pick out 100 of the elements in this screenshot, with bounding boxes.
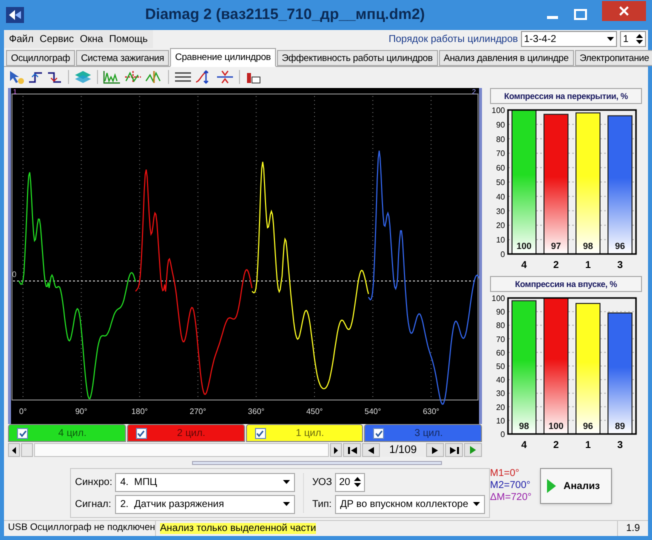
last-frame-button[interactable] (445, 443, 463, 457)
category-label: 4 (521, 440, 527, 451)
menu-item[interactable]: Окна (76, 32, 106, 46)
chart-title: Компрессия на впуске, % (490, 276, 642, 292)
close-button[interactable] (602, 1, 646, 21)
marker-readout: M1=0° (490, 468, 520, 480)
advance-label: УОЗ (312, 476, 332, 490)
first-frame-icon (348, 446, 356, 454)
cylinder-spinner[interactable]: 1 (620, 31, 646, 47)
type-dropdown[interactable]: ДР во впускном коллекторе (335, 494, 486, 514)
tab[interactable]: Электропитание (574, 50, 652, 66)
axis-label: 0° (19, 407, 27, 416)
check-icon (374, 430, 383, 436)
advance-spinner[interactable]: 20 (335, 472, 366, 492)
category-label: 3 (617, 440, 623, 451)
axis-label: 540° (364, 407, 382, 416)
marker-readout: ΔM=720° (490, 492, 532, 504)
analysis-mode-status: Анализ только выделенной части (160, 523, 316, 534)
play-icon (546, 479, 556, 493)
tick-label: 70 (496, 334, 505, 344)
axis-label: 360° (248, 407, 264, 416)
tick-label: 0 (500, 430, 505, 439)
data-label: 98 (583, 241, 593, 251)
tick-label: 90 (496, 120, 505, 130)
version-label: 1.9 (617, 521, 648, 536)
axis-label: 180° (131, 407, 148, 416)
menu-item[interactable]: Помощь (106, 32, 151, 46)
tick-label: 20 (496, 402, 505, 412)
next-button[interactable] (426, 443, 444, 457)
checkbox[interactable] (254, 428, 266, 438)
sync-label: Синхро: (75, 476, 112, 490)
tick-label: 80 (496, 321, 505, 330)
scroll-thumb[interactable] (21, 443, 33, 457)
tick-label: 60 (496, 164, 505, 173)
menu-item[interactable]: Файл (6, 32, 37, 46)
category-label: 2 (553, 440, 559, 451)
tick-label: 0 (500, 250, 505, 259)
window-title: Diamag 2 (ваз2115_710_др__мпц.dm2) (144, 4, 426, 25)
data-label: 100 (516, 241, 532, 251)
data-label: 89 (615, 421, 625, 431)
splitter-handle[interactable] (192, 461, 442, 465)
first-frame-button[interactable] (343, 443, 361, 457)
dropdown-arrow-icon (473, 502, 480, 506)
tab[interactable]: Система зажигания (76, 50, 170, 66)
close-icon (619, 6, 629, 16)
tick-label: 50 (496, 178, 505, 187)
previous-button[interactable] (362, 443, 380, 457)
signal-dropdown[interactable]: 2. Датчик разряжения (115, 494, 296, 514)
scroll-right-button[interactable] (330, 443, 342, 457)
axis-label: 450° (306, 407, 323, 416)
category-label: 4 (521, 260, 527, 271)
type-label: Тип: (312, 498, 332, 512)
dropdown-arrow-icon (607, 37, 614, 41)
connection-status: USB Осциллограф не подключен (4, 521, 156, 536)
tick-label: 10 (496, 236, 505, 245)
axis-label: 90° (75, 407, 88, 416)
scroll-left-button[interactable] (8, 443, 20, 457)
tick-label: 100 (492, 106, 505, 115)
tick-label: 20 (496, 221, 505, 230)
tick-label: 30 (496, 206, 505, 216)
channel-toggle[interactable]: 1 цил. (246, 424, 364, 442)
last-frame-icon (450, 446, 458, 454)
compress-icon[interactable] (215, 68, 235, 84)
category-label: 2 (553, 260, 559, 271)
dropdown-arrow-icon (283, 480, 290, 484)
tick-label: 80 (496, 134, 505, 144)
layers-icon[interactable] (73, 68, 93, 84)
left-arrow-icon (12, 446, 16, 454)
data-label: 96 (583, 421, 593, 431)
play-icon (470, 446, 476, 454)
analyze-button[interactable]: Анализ (540, 468, 612, 504)
tick-label: 40 (496, 376, 505, 385)
tick-label: 50 (496, 362, 505, 371)
data-label: 97 (551, 241, 561, 251)
signal-label: Сигнал: (75, 498, 112, 512)
checkbox[interactable] (136, 428, 147, 438)
cursor-icon[interactable] (8, 68, 26, 84)
tab[interactable]: Сравнение цилиндров (170, 48, 276, 67)
tab[interactable]: Эффективность работы цилиндров (276, 50, 438, 66)
checkbox[interactable] (17, 428, 28, 438)
axis-label: 270° (190, 407, 206, 416)
waveform-icon[interactable] (102, 68, 122, 84)
axis-label: 630° (422, 407, 440, 416)
cylinder-order-label: Порядок работы цилиндров (388, 32, 518, 46)
tick-label: 30 (496, 389, 505, 398)
menu-item[interactable]: Сервис (36, 32, 77, 46)
category-label: 1 (585, 260, 591, 271)
category-label: 3 (617, 260, 623, 271)
sync-dropdown[interactable]: 4. МПЦ (115, 472, 296, 492)
cylinder-order-dropdown[interactable]: 1-3-4-2 (521, 31, 617, 47)
checkbox[interactable] (373, 428, 384, 438)
dropdown-arrow-icon (283, 502, 290, 506)
tab[interactable]: Осциллограф (6, 50, 76, 66)
check-icon (137, 430, 146, 436)
data-label: 100 (548, 421, 564, 431)
channel-toggle[interactable]: 4 цил. (8, 424, 126, 442)
tab[interactable]: Анализ давления в цилиндре (438, 50, 574, 66)
tick-label: 70 (496, 149, 505, 158)
cursor-cross-icon[interactable] (123, 68, 143, 84)
maximize-icon[interactable] (574, 9, 588, 21)
